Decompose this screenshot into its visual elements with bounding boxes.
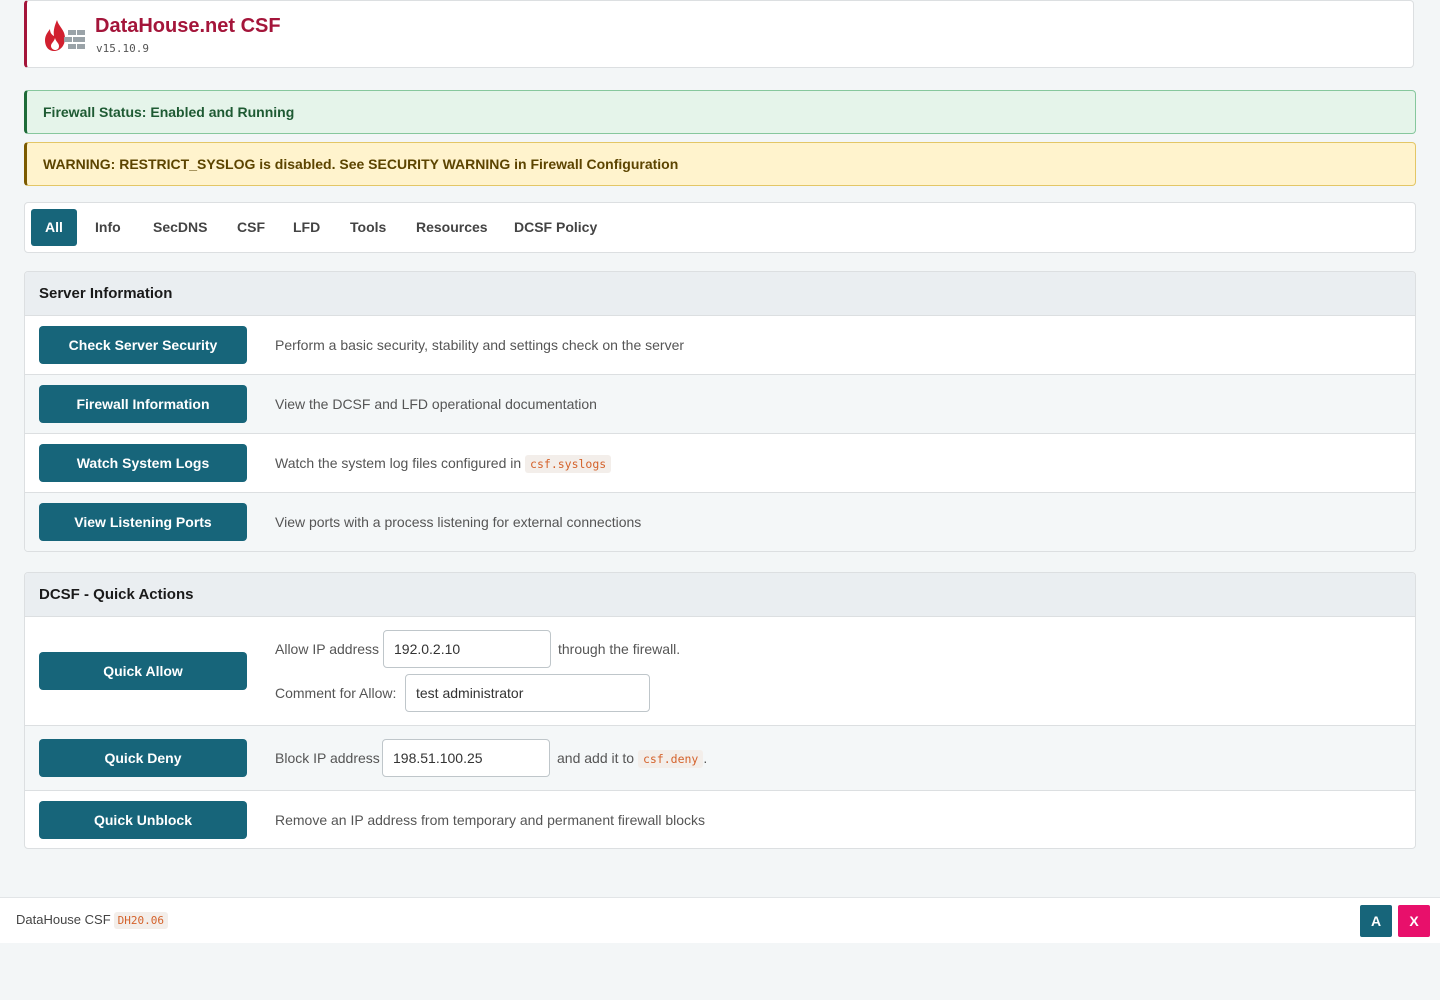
quick-deny-button[interactable]: Quick Deny xyxy=(39,739,247,777)
list-item: Firewall Information View the DCSF and L… xyxy=(25,375,1415,434)
deny-after-label: and add it to xyxy=(557,750,635,766)
footer-brand: DataHouse CSF xyxy=(16,912,111,927)
tab-all[interactable]: All xyxy=(31,209,77,246)
firewall-status-alert: Firewall Status: Enabled and Running xyxy=(24,90,1416,134)
security-warning-alert: WARNING: RESTRICT_SYSLOG is disabled. Se… xyxy=(24,142,1416,186)
app-version: v15.10.9 xyxy=(96,42,149,55)
panel-title: Server Information xyxy=(25,272,1415,316)
firewall-flame-icon xyxy=(45,20,85,51)
list-item: Check Server Security Perform a basic se… xyxy=(25,316,1415,375)
allow-ip-label: Allow IP address xyxy=(275,641,380,657)
tab-csf[interactable]: CSF xyxy=(223,209,279,246)
allow-after-text: through the firewall. xyxy=(558,641,681,657)
row-description: View ports with a process listening for … xyxy=(275,514,642,530)
footer-x-button[interactable]: X xyxy=(1398,905,1430,937)
server-information-panel: Server Information Check Server Security… xyxy=(24,271,1416,552)
row-description: View the DCSF and LFD operational docume… xyxy=(275,396,597,412)
tab-lfd[interactable]: LFD xyxy=(279,209,334,246)
row-description: Remove an IP address from temporary and … xyxy=(275,812,706,828)
allow-comment-label: Comment for Allow: xyxy=(275,685,397,701)
page-footer: DataHouse CSF DH20.06 A X xyxy=(0,897,1440,943)
quick-unblock-button[interactable]: Quick Unblock xyxy=(39,801,247,839)
tab-resources[interactable]: Resources xyxy=(402,209,502,246)
allow-comment-input[interactable] xyxy=(405,674,650,712)
footer-label: DataHouse CSF DH20.06 xyxy=(16,912,169,929)
row-description: Watch the system log files configured in… xyxy=(275,455,612,473)
deny-ip-input[interactable] xyxy=(382,739,550,777)
panel-title: DCSF - Quick Actions xyxy=(25,573,1415,617)
quick-deny-row: Quick Deny Block IP address and add it t… xyxy=(25,726,1415,791)
row-description: Perform a basic security, stability and … xyxy=(275,337,685,353)
tab-bar: All Info SecDNS CSF LFD Tools Resources … xyxy=(24,202,1416,253)
quick-allow-button[interactable]: Quick Allow xyxy=(39,652,247,690)
footer-version-code: DH20.06 xyxy=(113,912,169,929)
tab-info[interactable]: Info xyxy=(81,209,135,246)
list-item: View Listening Ports View ports with a p… xyxy=(25,493,1415,551)
allow-ip-input[interactable] xyxy=(383,630,551,668)
quick-actions-panel: DCSF - Quick Actions Quick Allow Allow I… xyxy=(24,572,1416,849)
app-title: DataHouse.net CSF xyxy=(95,15,281,37)
view-listening-ports-button[interactable]: View Listening Ports xyxy=(39,503,247,541)
watch-system-logs-button[interactable]: Watch System Logs xyxy=(39,444,247,482)
list-item: Watch System Logs Watch the system log f… xyxy=(25,434,1415,493)
deny-after-text: and add it to csf.deny. xyxy=(557,750,708,768)
firewall-information-button[interactable]: Firewall Information xyxy=(39,385,247,423)
quick-allow-row: Quick Allow Allow IP address through the… xyxy=(25,617,1415,726)
deny-file-code: csf.deny xyxy=(637,750,704,768)
tab-secdns[interactable]: SecDNS xyxy=(139,209,221,246)
quick-unblock-row: Quick Unblock Remove an IP address from … xyxy=(25,791,1415,848)
deny-period: . xyxy=(703,750,708,766)
check-server-security-button[interactable]: Check Server Security xyxy=(39,326,247,364)
app-header: DataHouse.net CSF v15.10.9 xyxy=(24,0,1414,68)
syslogs-file-code: csf.syslogs xyxy=(525,455,612,473)
row-description-text: Watch the system log files configured in xyxy=(275,455,522,471)
footer-a-button[interactable]: A xyxy=(1360,905,1392,937)
tab-tools[interactable]: Tools xyxy=(336,209,400,246)
deny-ip-label: Block IP address xyxy=(275,750,380,766)
tab-dcsf-policy[interactable]: DCSF Policy xyxy=(500,209,611,246)
